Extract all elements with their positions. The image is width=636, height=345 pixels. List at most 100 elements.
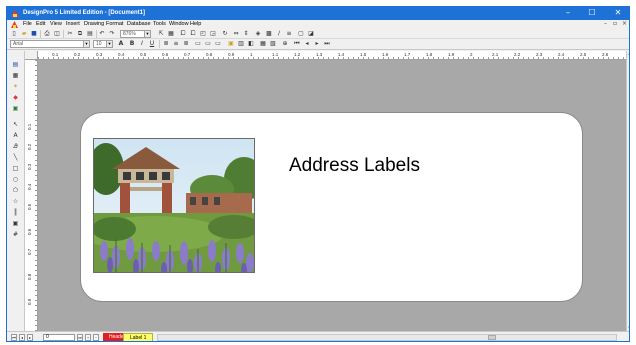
close-button[interactable]: ✕ [605, 7, 629, 20]
maximize-button[interactable]: ☐ [581, 7, 603, 20]
tab-label-1[interactable]: Label 1 [123, 333, 154, 341]
templates-icon[interactable]: ▣ [11, 105, 20, 113]
print-icon[interactable]: ⎙ [43, 30, 51, 38]
photo-icon[interactable]: ◆ [11, 94, 20, 102]
align-left-icon[interactable]: ≣ [162, 40, 170, 48]
menu-insert[interactable]: Insert [66, 21, 80, 27]
last-record-icon[interactable]: ⏭ [323, 40, 331, 48]
mdi-restore-button[interactable]: ▫ [613, 20, 617, 27]
italic-button[interactable]: I [138, 40, 146, 48]
scroll-up-icon[interactable]: ▲ [627, 51, 629, 57]
chevron-down-icon[interactable]: ▼ [83, 41, 89, 47]
select-arrow-icon[interactable]: ↖ [11, 121, 20, 129]
text-color-button[interactable]: A [117, 40, 125, 48]
first-record-icon[interactable]: ⏮ [293, 40, 301, 48]
design-canvas[interactable]: Address Labels [38, 60, 626, 331]
flip-horizontal-icon[interactable]: ⇔ [232, 30, 240, 38]
ellipse-tool-icon[interactable]: ○ [11, 176, 20, 184]
frame-icon[interactable]: ▢ [297, 30, 305, 38]
bold-button[interactable]: B [128, 40, 136, 48]
line-width-icon[interactable]: ≡ [285, 30, 293, 38]
line-tool-icon[interactable]: ╲ [11, 154, 20, 162]
insert-barcode-icon[interactable]: ▥ [237, 40, 245, 48]
menu-edit[interactable]: Edit [36, 21, 45, 27]
menu-format[interactable]: Format [106, 21, 123, 27]
redo-icon[interactable]: ↷ [108, 30, 116, 38]
menu-database[interactable]: Database [127, 21, 151, 27]
menu-drawing[interactable]: Drawing [84, 21, 104, 27]
ruler-label: 0.6 [162, 52, 169, 57]
font-name-select[interactable]: Arial ▼ [10, 40, 90, 48]
ungroup-icon[interactable]: ⧠ [189, 30, 197, 38]
shadow-icon[interactable]: ◪ [307, 30, 315, 38]
rotate-icon[interactable]: ↻ [221, 30, 229, 38]
serial-number-icon[interactable]: # [11, 231, 20, 239]
copy-icon[interactable]: ⧉ [76, 30, 84, 38]
valign-top-icon[interactable]: ▭ [194, 40, 202, 48]
garden-photo[interactable] [93, 138, 255, 273]
bring-front-icon[interactable]: ◰ [199, 30, 207, 38]
add-page-icon[interactable]: + [85, 334, 91, 341]
group-icon[interactable]: ⧠ [179, 30, 187, 38]
menu-view[interactable]: View [50, 21, 62, 27]
mdi-minimize-button[interactable]: – [604, 20, 607, 27]
flip-vertical-icon[interactable]: ⇕ [242, 30, 250, 38]
menu-window[interactable]: Window [169, 21, 189, 27]
zoom-select[interactable]: 876% ▼ [120, 30, 151, 38]
new-icon[interactable]: ▯ [10, 30, 18, 38]
save-icon[interactable]: ■ [30, 30, 38, 38]
first-page-icon[interactable]: ⏮ [11, 334, 17, 341]
chevron-down-icon[interactable]: ▼ [106, 41, 112, 47]
scroll-thumb[interactable] [488, 335, 496, 340]
clipart-icon[interactable]: ✶ [11, 83, 20, 91]
text-tool-icon[interactable]: A [11, 132, 20, 140]
fill-color-icon[interactable]: ◈ [254, 30, 262, 38]
undo-icon[interactable]: ↶ [98, 30, 106, 38]
last-page-icon[interactable]: ⏭ [77, 334, 83, 341]
barcode-tool-icon[interactable]: ║ [11, 209, 20, 217]
grid-icon[interactable]: ▦ [259, 40, 267, 48]
print-preview-icon[interactable]: ◫ [53, 30, 61, 38]
merge-field-icon[interactable]: ⊕ [281, 40, 289, 48]
table-icon[interactable]: ▦ [167, 30, 175, 38]
align-right-icon[interactable]: ≣ [182, 40, 190, 48]
minimize-button[interactable]: – [557, 7, 579, 20]
chevron-down-icon[interactable]: ▼ [144, 31, 150, 37]
vertical-scrollbar[interactable]: ▲ ▼ [626, 51, 629, 331]
align-center-icon[interactable]: ≡ [172, 40, 180, 48]
guides-icon[interactable]: ▧ [269, 40, 277, 48]
label-title-text[interactable]: Address Labels [289, 155, 420, 177]
polygon-tool-icon[interactable]: ⬠ [11, 187, 20, 195]
previous-page-icon[interactable]: ◂ [19, 334, 25, 341]
label-card[interactable]: Address Labels [80, 112, 583, 302]
delete-page-icon[interactable]: − [93, 334, 99, 341]
mdi-close-button[interactable]: × [622, 20, 627, 27]
database-icon[interactable]: ▦ [11, 72, 20, 80]
zoom-fit-icon[interactable]: ⇱ [157, 30, 165, 38]
next-record-icon[interactable]: ▸ [313, 40, 321, 48]
underline-button[interactable]: U [148, 40, 156, 48]
menu-file[interactable]: File [23, 21, 32, 27]
menu-help[interactable]: Help [190, 21, 201, 27]
horizontal-scrollbar[interactable] [157, 334, 617, 341]
curved-text-icon[interactable]: Ꭿ [11, 143, 20, 151]
menu-tools[interactable]: Tools [153, 21, 166, 27]
page-number-field[interactable]: 0 [43, 334, 75, 341]
rectangle-tool-icon[interactable]: □ [11, 165, 20, 173]
insert-frame-icon[interactable]: ◧ [247, 40, 255, 48]
paste-icon[interactable]: ▤ [86, 30, 94, 38]
previous-record-icon[interactable]: ◂ [303, 40, 311, 48]
insert-image-icon[interactable]: ▣ [227, 40, 235, 48]
valign-bottom-icon[interactable]: ▭ [214, 40, 222, 48]
image-tool-icon[interactable]: ▣ [11, 220, 20, 228]
pattern-icon[interactable]: ▩ [265, 30, 273, 38]
valign-middle-icon[interactable]: ▭ [204, 40, 212, 48]
send-back-icon[interactable]: ◲ [209, 30, 217, 38]
address-book-icon[interactable]: ▤ [11, 61, 20, 69]
next-page-icon[interactable]: ▸ [27, 334, 33, 341]
open-icon[interactable]: ▰ [20, 30, 28, 38]
line-color-icon[interactable]: ∕ [275, 30, 283, 38]
star-tool-icon[interactable]: ☆ [11, 198, 20, 206]
cut-icon[interactable]: ✂ [66, 30, 74, 38]
font-size-select[interactable]: 10 ▼ [93, 40, 113, 48]
